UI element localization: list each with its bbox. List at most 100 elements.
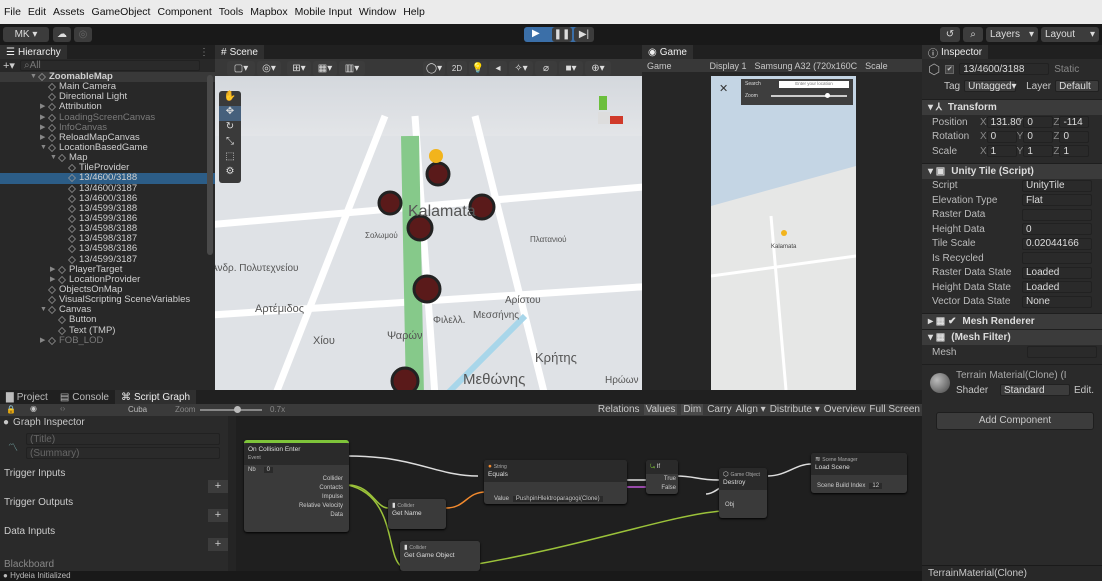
display-dropdown[interactable]: Display 1 <box>710 61 747 71</box>
output-port[interactable]: Contacts <box>244 483 349 492</box>
unity-tile-row-value[interactable] <box>1022 208 1092 221</box>
unity-tile-row-value[interactable]: Loaded <box>1022 266 1092 279</box>
hierarchy-item[interactable]: VisualScripting SceneVariables <box>0 295 215 305</box>
true-port[interactable]: True <box>646 474 678 483</box>
graph-tool-button[interactable]: Carry <box>707 404 731 415</box>
menu-item[interactable]: Tools <box>219 6 244 18</box>
layout-dropdown[interactable]: Layout ▾ <box>1041 27 1099 42</box>
add-trigger-input-button[interactable]: + <box>208 480 228 493</box>
inspector-toggle-icon[interactable]: ◉ <box>30 404 37 413</box>
expand-arrow-icon[interactable]: ▶ <box>50 275 58 285</box>
device-dropdown[interactable]: Samsung A32 (720x160C <box>755 61 858 71</box>
tab-bottom[interactable]: ⌘ Script Graph <box>114 390 197 404</box>
mesh-filter-header[interactable]: ▾ ▦ (Mesh Filter) <box>922 329 1102 345</box>
y-field[interactable]: 0 <box>1023 116 1054 129</box>
menu-item[interactable]: Assets <box>53 6 85 18</box>
graph-canvas[interactable]: On Collision Enter Event Nb 0 Collider Cont… <box>236 416 922 571</box>
audio-icon[interactable]: ◂ <box>489 61 507 76</box>
account-button[interactable]: MK ▾ <box>3 27 49 42</box>
expand-arrow-icon[interactable]: ▶ <box>40 102 48 112</box>
tab-scene[interactable]: # Scene <box>215 45 264 59</box>
load-scene-node[interactable]: ≋ Scene Manager Load Scene Scene Build In… <box>811 453 907 493</box>
expand-arrow-icon[interactable]: ▼ <box>50 153 58 163</box>
add-icon[interactable]: +▾ <box>3 59 15 72</box>
hierarchy-item[interactable]: ▼ Canvas <box>0 305 215 315</box>
menu-item[interactable]: Mapbox <box>250 6 287 18</box>
step-button[interactable]: ▶| <box>574 27 594 42</box>
graph-tool-button[interactable]: Align ▾ <box>736 404 766 415</box>
shading-dropdown[interactable]: ◯▾ <box>423 61 445 76</box>
zoom-slider[interactable] <box>771 95 847 97</box>
unity-tile-row-value[interactable]: 0 <box>1022 223 1092 236</box>
layer-dropdown[interactable]: Default <box>1055 80 1100 92</box>
value-field[interactable]: PushpinHlektroparagogi(Clone) <box>512 495 603 502</box>
tag-dropdown[interactable]: Untagged ▾ <box>964 80 1017 92</box>
menu-item[interactable]: File <box>4 6 21 18</box>
nb-field[interactable]: 0 <box>263 466 274 473</box>
destroy-node[interactable]: ⬡ Game Object Destroy Obj <box>719 468 767 518</box>
move-tool-icon[interactable]: ✥ <box>219 106 241 121</box>
breadcrumb-icon[interactable]: ‹› <box>60 404 65 413</box>
graph-zoom-slider[interactable] <box>200 409 262 411</box>
scale-tool-icon[interactable]: ⤡ <box>219 136 241 151</box>
rect-tool-icon[interactable]: ⬚ <box>219 151 241 166</box>
layers-dropdown[interactable]: Layers ▾ <box>986 27 1038 42</box>
tab-bottom[interactable]: ▇ Project <box>0 390 54 404</box>
unity-tile-row-value[interactable]: UnityTile <box>1022 179 1092 192</box>
search-icon[interactable]: ⌕ <box>963 27 983 42</box>
graph-tool-button[interactable]: Full Screen <box>869 404 920 415</box>
tab-bottom[interactable]: ▤ Console <box>54 390 115 404</box>
scene-index-port[interactable]: Scene Build Index 12 <box>811 481 907 490</box>
graph-tool-button[interactable]: Relations <box>598 404 640 415</box>
graph-tool-button[interactable]: Distribute ▾ <box>770 404 820 415</box>
history-icon[interactable]: ↺ <box>940 27 960 42</box>
expand-arrow-icon[interactable]: ▼ <box>40 305 48 315</box>
expand-arrow-icon[interactable]: ▼ <box>40 143 48 153</box>
gizmos-dropdown[interactable]: ⊕▾ <box>585 61 611 76</box>
z-field[interactable]: -114 <box>1059 116 1090 129</box>
hierarchy-item[interactable]: ▶ LoadingScreenCanvas <box>0 112 215 123</box>
tab-inspector[interactable]: ⓘ Inspector <box>922 45 989 60</box>
if-node[interactable]: ⤿ If True False <box>646 460 678 494</box>
cloud-icon[interactable]: ☁ <box>53 27 71 42</box>
nb-port[interactable]: Nb 0 <box>244 465 349 474</box>
gear-marker[interactable] <box>377 190 403 216</box>
unity-tile-row-value[interactable]: Flat <box>1022 194 1092 207</box>
expand-arrow-icon[interactable]: ▼ <box>30 72 38 82</box>
z-field[interactable]: 1 <box>1059 145 1090 158</box>
output-port[interactable]: Data <box>244 510 349 519</box>
grid-dropdown[interactable]: ▦▾ <box>313 61 337 76</box>
scene-viewport[interactable]: Kalamata Σολωμού Ανδρ. Πολυτεχνείου Πλατανι… <box>215 76 642 390</box>
y-field[interactable]: 0 <box>1023 130 1054 143</box>
hierarchy-item[interactable]: Directional Light <box>0 92 215 102</box>
unity-tile-row-value[interactable]: Loaded <box>1022 281 1092 294</box>
gizmo-dropdown[interactable]: ▢▾ <box>227 61 255 76</box>
tab-game[interactable]: ◉ Game <box>642 45 693 59</box>
value-port[interactable]: Value PushpinHlektroparagogi(Clone) <box>484 494 627 503</box>
get-game-object-node[interactable]: ▮ Collider Get Game Object <box>400 541 480 571</box>
transform-tool-icon[interactable]: ⚙ <box>219 166 241 181</box>
active-checkbox[interactable]: ✔ <box>945 64 955 74</box>
lock-icon[interactable]: 🔒 <box>6 405 16 414</box>
x-field[interactable]: 131.80 <box>986 116 1021 129</box>
false-port[interactable]: False <box>646 483 678 492</box>
transform-header[interactable]: ▾ ⅄ Transform <box>922 99 1102 115</box>
graph-tool-button[interactable]: Overview <box>824 404 866 415</box>
game-viewport[interactable]: Kalamata ✕ Search Enter your location Zo… <box>711 76 856 390</box>
on-collision-enter-node[interactable]: On Collision Enter Event Nb 0 Collider Cont… <box>244 440 349 532</box>
collab-icon[interactable]: ◎ <box>74 27 92 42</box>
object-name-field[interactable]: 13/4600/3188 <box>959 63 1050 75</box>
lock-icon[interactable]: ⋮ <box>199 47 209 58</box>
effects-dropdown[interactable]: ✧▾ <box>509 61 533 76</box>
menu-item[interactable]: Window <box>359 6 396 18</box>
orientation-gizmo[interactable] <box>587 96 627 136</box>
blackboard-tab[interactable]: Blackboard <box>0 558 54 571</box>
menu-item[interactable]: Edit <box>28 6 46 18</box>
hierarchy-item[interactable]: 13/4598/3186 <box>0 244 215 254</box>
unity-tile-row-value[interactable]: 0.02044166 <box>1022 237 1092 250</box>
scene-index-field[interactable]: 12 <box>869 482 883 489</box>
string-equals-node[interactable]: ● String Equals Value PushpinHlektroparago… <box>484 460 627 504</box>
zoom-slider-handle[interactable] <box>825 93 830 98</box>
unity-tile-header[interactable]: ▾ ▣ Unity Tile (Script) <box>922 162 1102 179</box>
hierarchy-item[interactable]: ▼ LocationBasedGame <box>0 143 215 153</box>
